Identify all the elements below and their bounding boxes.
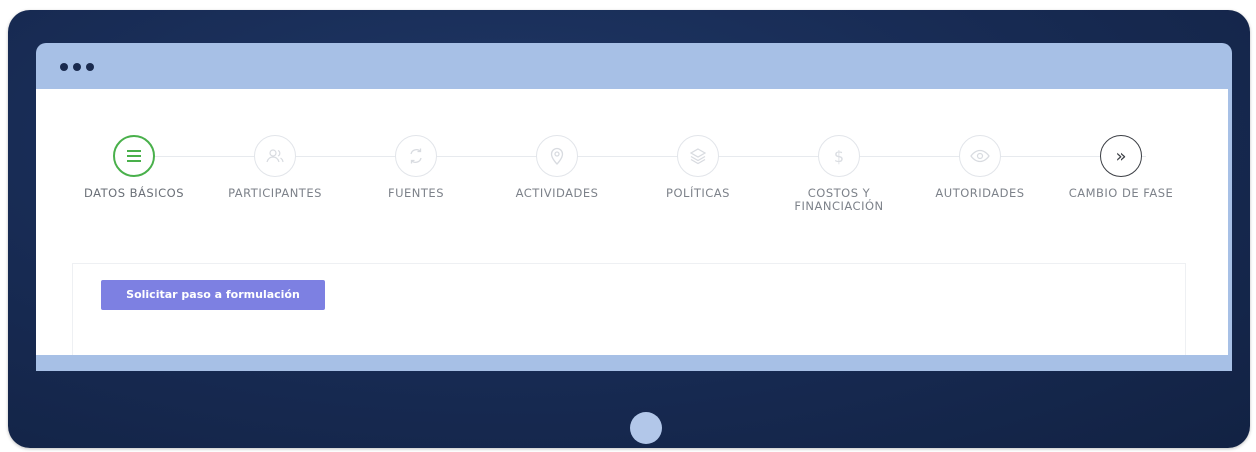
step-politicas[interactable]: POLÍTICAS: [628, 135, 768, 200]
dollar-icon: $: [818, 135, 860, 177]
step-label: DATOS BÁSICOS: [84, 186, 184, 200]
list-icon: [113, 135, 155, 177]
step-label: ACTIVIDADES: [515, 186, 599, 200]
window-dot-icon[interactable]: [60, 63, 68, 71]
step-label-line1: COSTOS Y: [807, 186, 871, 200]
browser-bottom-bar: [36, 355, 1232, 371]
window-dot-icon[interactable]: [73, 63, 81, 71]
users-icon: [254, 135, 296, 177]
step-label: CAMBIO DE FASE: [1068, 186, 1174, 200]
step-label: PARTICIPANTES: [228, 186, 322, 200]
refresh-icon: [395, 135, 437, 177]
monitor-power-button: [630, 412, 662, 444]
step-datos-basicos[interactable]: DATOS BÁSICOS: [64, 135, 204, 200]
location-pin-icon: [536, 135, 578, 177]
step-actividades[interactable]: ACTIVIDADES: [487, 135, 627, 200]
page-content: DATOS BÁSICOS PARTICIPANTES FUENTES ACTI…: [36, 89, 1228, 355]
step-costos-financiacion[interactable]: $ COSTOS Y FINANCIACIÓN: [769, 135, 909, 213]
step-cambio-de-fase[interactable]: » CAMBIO DE FASE: [1051, 135, 1191, 200]
step-label: FUENTES: [388, 186, 444, 200]
step-participantes[interactable]: PARTICIPANTES: [205, 135, 345, 200]
step-fuentes[interactable]: FUENTES: [346, 135, 486, 200]
request-formulation-button[interactable]: Solicitar paso a formulación: [101, 280, 325, 310]
step-label: AUTORIDADES: [935, 186, 1025, 200]
window-controls: [60, 63, 94, 71]
eye-icon: [959, 135, 1001, 177]
step-label: COSTOS Y FINANCIACIÓN: [769, 187, 909, 213]
stepper: DATOS BÁSICOS PARTICIPANTES FUENTES ACTI…: [36, 109, 1228, 219]
step-label: POLÍTICAS: [666, 186, 730, 200]
layers-icon: [677, 135, 719, 177]
window-dot-icon[interactable]: [86, 63, 94, 71]
step-autoridades[interactable]: AUTORIDADES: [910, 135, 1050, 200]
double-chevron-right-icon: »: [1100, 135, 1142, 177]
actions-panel: Solicitar paso a formulación: [72, 263, 1186, 355]
step-label-line2: FINANCIACIÓN: [794, 199, 884, 213]
